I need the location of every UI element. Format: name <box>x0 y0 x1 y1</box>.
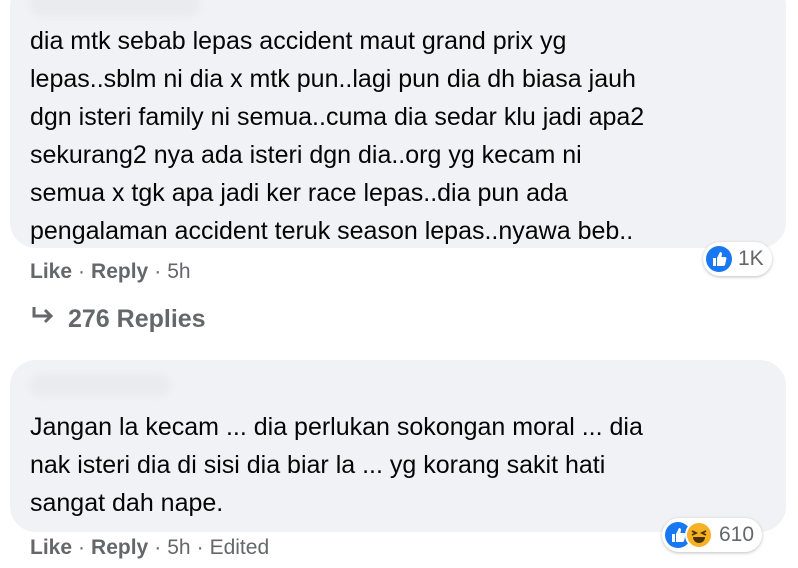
reply-arrow-icon <box>30 305 56 334</box>
separator-dot: · <box>78 536 86 559</box>
comment-text: dia mtk sebab lepas accident maut grand … <box>30 27 645 245</box>
timestamp[interactable]: 5h <box>167 260 190 284</box>
reply-link[interactable]: Reply <box>91 536 148 560</box>
like-link[interactable]: Like <box>30 260 72 284</box>
like-link[interactable]: Like <box>30 536 72 560</box>
haha-icon <box>685 521 713 549</box>
timestamp[interactable]: 5h <box>167 536 190 560</box>
separator-dot: · <box>196 536 204 559</box>
edited-label[interactable]: Edited <box>210 536 270 560</box>
separator-dot: · <box>78 260 86 283</box>
separator-dot: · <box>154 260 162 283</box>
reaction-summary[interactable]: 610 <box>662 518 763 552</box>
replies-count-label: 276 Replies <box>68 305 206 333</box>
reaction-count: 610 <box>719 523 755 546</box>
author-name-redacted <box>30 374 170 396</box>
author-name-redacted <box>30 0 200 16</box>
reaction-summary[interactable]: 1K <box>703 242 772 276</box>
like-icon <box>706 246 732 272</box>
comment-actions: Like · Reply · 5h · Edited <box>30 536 269 560</box>
view-replies-link[interactable]: 276 Replies <box>30 305 206 334</box>
reply-link[interactable]: Reply <box>91 260 148 284</box>
comment-text: Jangan la kecam ... dia perlukan sokonga… <box>30 413 643 517</box>
separator-dot: · <box>154 536 162 559</box>
reaction-count: 1K <box>738 247 764 270</box>
comment-actions: Like · Reply · 5h <box>30 260 191 284</box>
